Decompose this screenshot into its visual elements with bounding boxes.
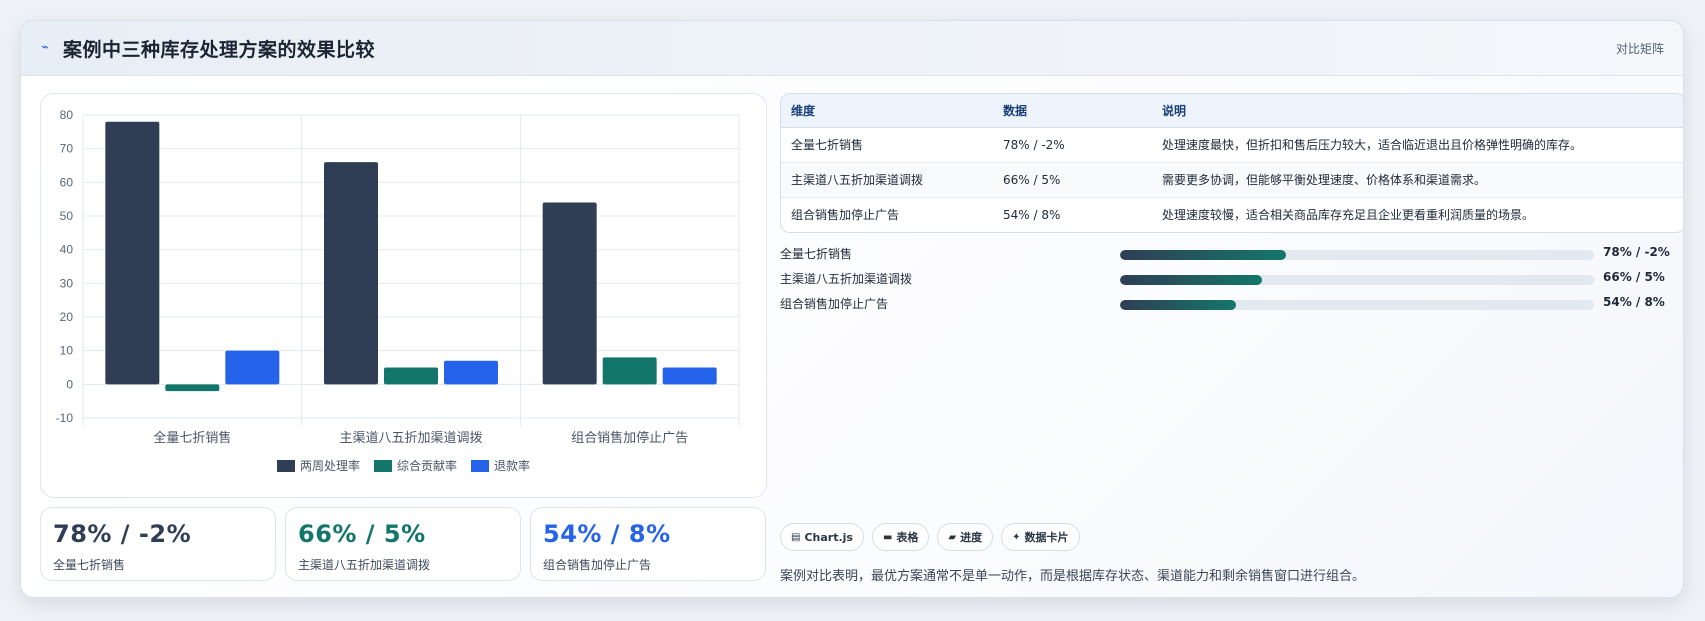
trend-line-icon: ⌁ bbox=[41, 40, 49, 55]
bar bbox=[602, 357, 657, 385]
table-row: 全量七折销售 78% / -2% 处理速度最快，但折扣和售后压力较大，适合临近退… bbox=[781, 127, 1683, 163]
table-header: 维度 bbox=[781, 94, 993, 128]
table-row: 组合销售加停止广告 54% / 8% 处理速度较慢，适合相关商品库存充足且企业更… bbox=[781, 197, 1683, 232]
progress-icon: ▰ bbox=[948, 531, 957, 543]
page-title: 案例中三种库存处理方案的效果比较 bbox=[63, 38, 376, 61]
legend-item[interactable]: 综合贡献率 bbox=[373, 457, 457, 474]
bar bbox=[105, 121, 160, 385]
y-tick-label: 50 bbox=[60, 209, 74, 223]
progress-row: 组合销售加停止广告 54% / 8% bbox=[780, 293, 1683, 318]
progress-fill bbox=[1120, 300, 1237, 310]
progress-value: 54% / 8% bbox=[1603, 295, 1665, 309]
progress-row: 全量七折销售 78% / -2% bbox=[780, 243, 1683, 268]
table-header: 说明 bbox=[1152, 94, 1683, 128]
y-tick-label: 60 bbox=[60, 175, 74, 189]
chart-legend: 两周处理率 综合贡献率 退款率 bbox=[41, 457, 766, 474]
chip-label: 表格 bbox=[896, 531, 919, 544]
legend-label: 两周处理率 bbox=[299, 459, 360, 473]
x-tick-label: 全量七折销售 bbox=[153, 430, 231, 445]
table-cell: 主渠道八五折加渠道调拨 bbox=[781, 162, 993, 198]
progress-track bbox=[1120, 275, 1594, 285]
stat-label: 组合销售加停止广告 bbox=[543, 558, 652, 572]
progress-value: 78% / -2% bbox=[1603, 245, 1670, 259]
table-cell: 78% / -2% bbox=[993, 127, 1152, 163]
bar bbox=[225, 350, 280, 385]
y-tick-label: 20 bbox=[60, 310, 74, 324]
table-icon: ▬ bbox=[882, 531, 893, 543]
progress-track bbox=[1120, 250, 1594, 260]
progress-list: 全量七折销售 78% / -2% 主渠道八五折加渠道调拨 66% / 5% 组合… bbox=[780, 243, 1683, 318]
table-cell: 全量七折销售 bbox=[781, 127, 993, 163]
chip-progress[interactable]: ▰ 进度 bbox=[937, 523, 994, 551]
progress-label: 组合销售加停止广告 bbox=[780, 297, 889, 311]
legend-item[interactable]: 两周处理率 bbox=[276, 457, 360, 474]
y-tick-label: 10 bbox=[60, 344, 74, 358]
progress-fill bbox=[1120, 275, 1263, 285]
table-cell: 54% / 8% bbox=[1003, 207, 1061, 222]
legend-label: 退款率 bbox=[494, 459, 531, 473]
comparison-card: ⌁ 案例中三种库存处理方案的效果比较 对比矩阵 -10 0 10 20 30 40 50 60… bbox=[20, 20, 1684, 598]
progress-row: 主渠道八五折加渠道调拨 66% / 5% bbox=[780, 268, 1683, 293]
progress-fill bbox=[1120, 250, 1286, 260]
chip-table[interactable]: ▬ 表格 bbox=[871, 523, 930, 551]
table-header: 数据 bbox=[993, 94, 1152, 128]
bar bbox=[165, 384, 220, 392]
progress-label: 主渠道八五折加渠道调拨 bbox=[780, 272, 913, 286]
x-tick-label: 主渠道八五折加渠道调拨 bbox=[339, 430, 482, 445]
bar bbox=[542, 202, 597, 385]
legend-swatch bbox=[276, 459, 295, 472]
chip-data-cards[interactable]: ✦ 数据卡片 bbox=[1001, 523, 1080, 551]
bar bbox=[662, 367, 717, 385]
table-cell: 组合销售加停止广告 bbox=[791, 208, 900, 223]
stat-value: 54% / 8% bbox=[543, 520, 671, 548]
y-tick-label: 30 bbox=[60, 276, 74, 290]
chip-label: 数据卡片 bbox=[1024, 531, 1069, 544]
table-cell: 66% / 5% bbox=[993, 162, 1152, 198]
table-cell: 需要更多协调，但能够平衡处理速度、价格体系和渠道需求。 bbox=[1152, 162, 1683, 198]
y-tick-label: 80 bbox=[60, 108, 74, 122]
table-header-row: 维度 数据 说明 bbox=[781, 94, 1683, 128]
progress-label: 全量七折销售 bbox=[780, 247, 853, 261]
bar bbox=[444, 360, 498, 385]
stat-label: 主渠道八五折加渠道调拨 bbox=[298, 558, 431, 572]
stat-value: 78% / -2% bbox=[53, 520, 192, 548]
bar bbox=[324, 162, 378, 385]
y-tick-label: 0 bbox=[66, 377, 73, 391]
table-row: 主渠道八五折加渠道调拨 66% / 5% 需要更多协调，但能够平衡处理速度、价格… bbox=[781, 162, 1683, 198]
stat-card: 54% / 8% 组合销售加停止广告 bbox=[530, 507, 766, 581]
legend-swatch bbox=[471, 459, 489, 472]
sparkle-icon: ✦ bbox=[1012, 531, 1021, 543]
bar bbox=[384, 367, 438, 385]
y-tick-label: 70 bbox=[60, 142, 74, 156]
comparison-table: 维度 数据 说明 全量七折销售 78% / -2% 处理速度最快，但折扣和售后压… bbox=[780, 93, 1683, 233]
table-cell: 处理速度最快，但折扣和售后压力较大，适合临近退出且价格弹性明确的库存。 bbox=[1152, 127, 1683, 163]
stat-cards: 78% / -2% 全量七折销售 66% / 5% 主渠道八五折加渠道调拨 54… bbox=[40, 507, 767, 581]
chip-chartjs[interactable]: ▤ Chart.js bbox=[780, 523, 864, 551]
stat-value: 66% / 5% bbox=[298, 520, 426, 548]
header-tag: 对比矩阵 bbox=[1615, 42, 1664, 56]
progress-track bbox=[1120, 300, 1594, 310]
stat-card: 78% / -2% 全量七折销售 bbox=[40, 507, 276, 581]
legend-label: 综合贡献率 bbox=[396, 459, 457, 473]
chip-label: Chart.js bbox=[804, 530, 853, 544]
bar-chart-panel: -10 0 10 20 30 40 50 60 70 80 全量七折销售 主渠道八五折加渠道调拨 组合销… bbox=[40, 93, 767, 498]
feature-chips: ▤ Chart.js ▬ 表格 ▰ 进度 ✦ 数据卡片 bbox=[780, 523, 1080, 551]
y-tick-label: -10 bbox=[56, 411, 74, 425]
chip-label: 进度 bbox=[960, 531, 983, 544]
card-header: ⌁ 案例中三种库存处理方案的效果比较 对比矩阵 bbox=[21, 21, 1683, 76]
conclusion-text: 案例对比表明，最优方案通常不是单一动作，而是根据库存状态、渠道能力和剩余销售窗口… bbox=[780, 569, 1366, 584]
stat-card: 66% / 5% 主渠道八五折加渠道调拨 bbox=[285, 507, 521, 581]
stat-label: 全量七折销售 bbox=[53, 558, 126, 572]
x-tick-label: 组合销售加停止广告 bbox=[571, 430, 688, 445]
bar-chart: -10 0 10 20 30 40 50 60 70 80 全量七折销售 主渠道八五折加渠道调拨 组合销… bbox=[56, 108, 740, 445]
table-cell: 处理速度较慢，适合相关商品库存充足且企业更看重利润质量的场景。 bbox=[1162, 208, 1535, 223]
y-tick-label: 40 bbox=[60, 243, 74, 257]
legend-item[interactable]: 退款率 bbox=[471, 457, 530, 474]
progress-value: 66% / 5% bbox=[1603, 270, 1665, 284]
chart-icon: ▤ bbox=[791, 531, 801, 543]
legend-swatch bbox=[373, 459, 392, 472]
